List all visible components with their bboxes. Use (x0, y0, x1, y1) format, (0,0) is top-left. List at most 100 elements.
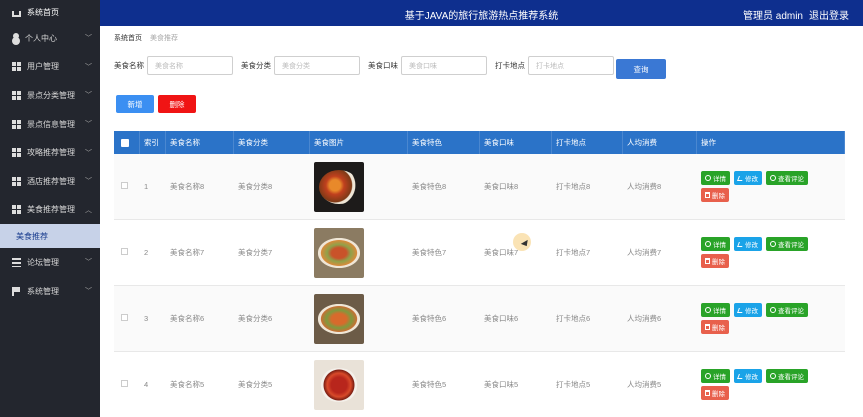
cell-category: 美食分类8 (238, 182, 273, 191)
cell-feature: 美食特色5 (412, 380, 447, 389)
search-label-place: 打卡地点 (495, 61, 525, 70)
food-image[interactable] (314, 293, 364, 344)
column-header: 美食口味 (480, 131, 552, 154)
edit-button[interactable]: 修改 (734, 171, 762, 185)
delete-button[interactable]: 删除 (701, 188, 729, 202)
food-image[interactable] (314, 359, 364, 410)
cell-actions: 详情 修改 查看评论 删除 (697, 303, 845, 334)
row-checkbox[interactable] (114, 380, 140, 389)
food-image[interactable] (314, 161, 364, 212)
add-button[interactable]: 新增 (116, 95, 154, 113)
column-header: 美食分类 (234, 131, 310, 154)
chevron-down-icon: ﹀ (85, 92, 92, 100)
table-row: 4 美食名称5 美食分类5 美食特色5 美食口味5 打卡地点5 人均消费5 详情… (114, 352, 845, 417)
checkin-place-input[interactable]: 打卡地点 (528, 56, 614, 75)
view-reviews-label: 查看评论 (778, 308, 804, 315)
food-taste-input[interactable]: 美食口味 (401, 56, 487, 75)
table-row: 2 美食名称7 美食分类7 美食特色7 美食口味7 打卡地点7 人均消费7 详情… (114, 220, 845, 286)
sidebar-item-label: 景点信息管理 (27, 119, 75, 129)
delete-button[interactable]: 删除 (701, 254, 729, 268)
cell-index: 4 (144, 380, 149, 389)
edit-icon (737, 175, 744, 181)
food-image[interactable] (314, 227, 364, 278)
detail-button[interactable]: 详情 (701, 171, 730, 185)
search-button[interactable]: 查询 (616, 59, 666, 79)
sidebar-item-guides[interactable]: 攻略推荐管理 ﹀ (0, 138, 100, 167)
column-header: 美食图片 (310, 131, 408, 154)
cell-actions: 详情 修改 查看评论 删除 (697, 171, 845, 202)
column-header: 美食特色 (408, 131, 480, 154)
edit-button[interactable]: 修改 (734, 237, 762, 251)
view-reviews-button[interactable]: 查看评论 (766, 369, 808, 383)
view-reviews-button[interactable]: 查看评论 (766, 237, 808, 251)
search-bar: 美食名称 美食名称 美食分类 美食分类 美食口味 美食口味 打卡地点 打卡地点 (114, 56, 614, 75)
sidebar-item-label: 景点分类管理 (27, 90, 75, 100)
cell-price: 人均消费5 (627, 380, 662, 389)
cell-place: 打卡地点6 (556, 314, 591, 323)
cell-name: 美食名称7 (170, 248, 205, 257)
cell-name: 美食名称5 (170, 380, 205, 389)
batch-delete-button[interactable]: 删除 (158, 95, 196, 113)
view-reviews-button[interactable]: 查看评论 (766, 171, 808, 185)
sidebar-subitem-food-recommend[interactable]: 美食推荐 (0, 224, 100, 249)
detail-button[interactable]: 详情 (701, 303, 730, 317)
cell-taste: 美食口味5 (484, 380, 519, 389)
sidebar-item-users[interactable]: 用户管理 ﹀ (0, 53, 100, 82)
sidebar-item-home[interactable]: 系统首页 (0, 0, 100, 24)
detail-button[interactable]: 详情 (701, 369, 730, 383)
cell-place: 打卡地点8 (556, 182, 591, 191)
row-checkbox[interactable] (114, 314, 140, 323)
view-reviews-button[interactable]: 查看评论 (766, 303, 808, 317)
sidebar-item-forum[interactable]: 论坛管理 ﹀ (0, 248, 100, 277)
column-header: 操作 (697, 131, 845, 154)
edit-icon (737, 307, 744, 313)
cell-index: 2 (144, 248, 149, 257)
select-all-checkbox[interactable] (114, 131, 140, 154)
row-checkbox[interactable] (114, 182, 140, 191)
sidebar-item-spot-info[interactable]: 景点信息管理 ﹀ (0, 110, 100, 139)
sidebar-item-profile[interactable]: 个人中心 ﹀ (0, 24, 100, 53)
food-name-input[interactable]: 美食名称 (147, 56, 233, 75)
edit-button[interactable]: 修改 (734, 369, 762, 383)
grid-icon (12, 176, 21, 186)
view-reviews-label: 查看评论 (778, 374, 804, 381)
row-checkbox[interactable] (114, 248, 140, 257)
food-category-input[interactable]: 美食分类 (274, 56, 360, 75)
grid-icon (12, 62, 21, 72)
breadcrumb-home[interactable]: 系统首页 (114, 33, 142, 43)
chevron-down-icon: ﹀ (85, 259, 92, 267)
cell-name: 美食名称8 (170, 182, 205, 191)
delete-button[interactable]: 删除 (701, 386, 729, 400)
edit-label: 修改 (745, 242, 758, 249)
breadcrumb: 系统首页 美食推荐 (114, 33, 178, 43)
delete-label: 删除 (712, 193, 725, 200)
detail-label: 详情 (713, 176, 726, 183)
cell-price: 人均消费6 (627, 314, 662, 323)
cell-feature: 美食特色7 (412, 248, 447, 257)
sidebar-item-spot-category[interactable]: 景点分类管理 ﹀ (0, 81, 100, 110)
table-header: 索引 美食名称 美食分类 美食图片 美食特色 美食口味 打卡地点 人均消费 操作 (114, 131, 845, 154)
sidebar-item-label: 用户管理 (27, 62, 59, 72)
detail-button[interactable]: 详情 (701, 237, 730, 251)
edit-label: 修改 (745, 374, 758, 381)
sidebar-item-hotels[interactable]: 酒店推荐管理 ﹀ (0, 167, 100, 196)
chevron-down-icon: ﹀ (85, 121, 92, 129)
search-icon (770, 241, 776, 247)
cell-taste: 美食口味6 (484, 314, 519, 323)
sidebar-item-label: 个人中心 (25, 33, 57, 43)
chevron-down-icon: ﹀ (85, 178, 92, 186)
cell-actions: 详情 修改 查看评论 删除 (697, 237, 845, 268)
trash-icon (705, 390, 710, 396)
delete-button[interactable]: 删除 (701, 320, 729, 334)
sidebar-item-label: 攻略推荐管理 (27, 148, 75, 158)
chevron-down-icon: ﹀ (85, 288, 92, 296)
search-icon (705, 307, 711, 313)
sidebar-item-system[interactable]: 系统管理 ﹀ (0, 277, 100, 306)
edit-button[interactable]: 修改 (734, 303, 762, 317)
logout-link[interactable]: 退出登录 (809, 7, 849, 22)
sidebar-item-food[interactable]: 美食推荐管理 ︿ (0, 196, 100, 225)
cell-image (310, 161, 408, 212)
cell-category: 美食分类7 (238, 248, 273, 257)
trash-icon (705, 192, 710, 198)
trash-icon (705, 324, 710, 330)
